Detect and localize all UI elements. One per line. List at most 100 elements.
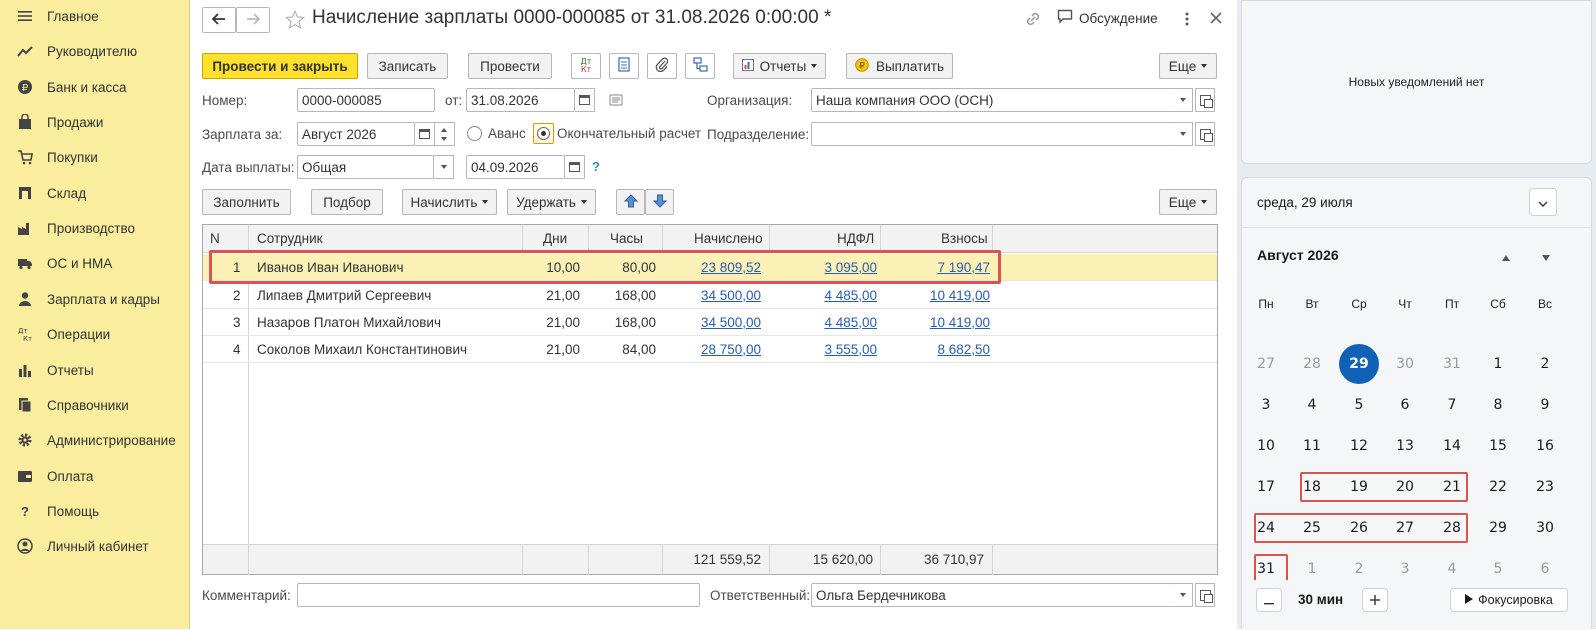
- column-header-n[interactable]: N: [210, 225, 220, 252]
- post-button[interactable]: Провести: [468, 53, 552, 79]
- date-field[interactable]: 31.08.2026: [466, 88, 575, 112]
- calendar-day[interactable]: 2: [1525, 344, 1565, 384]
- previous-month-button[interactable]: [1501, 250, 1511, 265]
- pay-type-dropdown-button[interactable]: [434, 155, 454, 179]
- column-header-hours[interactable]: Часы: [610, 225, 643, 252]
- accrued-link[interactable]: 34 500,00: [701, 309, 761, 335]
- calendar-day[interactable]: 23: [1525, 467, 1565, 507]
- contributions-link[interactable]: 10 419,00: [930, 282, 990, 308]
- department-field[interactable]: [811, 122, 1174, 146]
- calendar-day[interactable]: 17: [1246, 467, 1286, 507]
- calendar-day[interactable]: 28: [1292, 344, 1332, 384]
- sidebar-item-reports[interactable]: Отчеты: [0, 354, 189, 386]
- period-field[interactable]: Август 2026: [297, 122, 415, 146]
- advance-radio[interactable]: Аванс: [467, 126, 526, 141]
- column-header-ndfl[interactable]: НДФЛ: [837, 225, 874, 252]
- discussion-button[interactable]: Обсуждение: [1057, 9, 1158, 27]
- post-and-close-button[interactable]: Провести и закрыть: [202, 53, 358, 79]
- comment-field[interactable]: [297, 583, 700, 607]
- responsible-open-button[interactable]: [1195, 583, 1215, 607]
- pay-button[interactable]: ₽ Выплатить: [846, 53, 953, 79]
- pay-type-field[interactable]: Общая: [297, 155, 434, 179]
- calendar-day[interactable]: 1: [1478, 344, 1518, 384]
- column-header-accrued[interactable]: Начислено: [694, 225, 763, 252]
- sidebar-item-payment[interactable]: Оплата: [0, 460, 189, 492]
- calendar-day[interactable]: 4: [1292, 385, 1332, 425]
- table-row[interactable]: 2 Липаев Дмитрий Сергеевич 21,00 168,00 …: [203, 282, 1217, 309]
- more-actions-button[interactable]: Еще: [1159, 53, 1217, 79]
- link-icon[interactable]: [1024, 10, 1042, 31]
- next-month-button[interactable]: [1541, 250, 1551, 265]
- pay-date-calendar-button[interactable]: [565, 155, 585, 179]
- sidebar-item-manager[interactable]: Руководителю: [0, 35, 189, 67]
- close-icon[interactable]: [1209, 11, 1223, 28]
- save-button[interactable]: Записать: [367, 53, 448, 79]
- responsible-field[interactable]: Ольга Бердечникова: [811, 583, 1174, 607]
- calendar-day[interactable]: 22: [1478, 467, 1518, 507]
- calendar-day[interactable]: 12: [1339, 426, 1379, 466]
- calendar-day[interactable]: 8: [1478, 385, 1518, 425]
- column-header-employee[interactable]: Сотрудник: [257, 225, 323, 252]
- sidebar-item-operations[interactable]: Дт Кт Операции: [0, 318, 189, 350]
- sidebar-item-main[interactable]: Главное: [0, 0, 189, 32]
- move-down-button[interactable]: [645, 189, 674, 215]
- move-up-button[interactable]: [616, 189, 645, 215]
- sidebar-item-directories[interactable]: Справочники: [0, 389, 189, 421]
- accrue-dropdown[interactable]: Начислить: [402, 189, 497, 215]
- sidebar-item-sales[interactable]: Продажи: [0, 106, 189, 138]
- sidebar-item-bank[interactable]: ₽ Банк и касса: [0, 71, 189, 103]
- calendar-day[interactable]: 5: [1339, 385, 1379, 425]
- calendar-day-today[interactable]: 29: [1339, 344, 1379, 384]
- calendar-day[interactable]: 30: [1525, 508, 1565, 548]
- sidebar-item-help[interactable]: ? Помощь: [0, 495, 189, 527]
- period-spinner[interactable]: [435, 122, 455, 146]
- collapse-calendar-button[interactable]: [1529, 188, 1557, 216]
- pay-date-field[interactable]: 04.09.2026: [466, 155, 565, 179]
- sidebar-item-warehouse[interactable]: Склад: [0, 177, 189, 209]
- calendar-day[interactable]: 31: [1432, 344, 1472, 384]
- withhold-dropdown[interactable]: Удержать: [507, 189, 596, 215]
- period-calendar-button[interactable]: [415, 122, 435, 146]
- sidebar-item-purchases[interactable]: Покупки: [0, 141, 189, 173]
- calendar-day[interactable]: 7: [1432, 385, 1472, 425]
- attach-button[interactable]: [647, 53, 677, 79]
- decrease-minutes-button[interactable]: [1256, 588, 1282, 612]
- document-list-button[interactable]: [609, 53, 639, 79]
- table-row[interactable]: 4 Соколов Михаил Константинович 21,00 84…: [203, 336, 1217, 363]
- organization-field[interactable]: Наша компания ООО (ОСН): [811, 88, 1174, 112]
- calendar-day[interactable]: 14: [1432, 426, 1472, 466]
- pick-button[interactable]: Подбор: [311, 189, 383, 215]
- calendar-day[interactable]: 30: [1385, 344, 1425, 384]
- ndfl-link[interactable]: 3 555,00: [824, 336, 877, 362]
- increase-minutes-button[interactable]: [1362, 588, 1388, 612]
- sidebar-item-salary[interactable]: Зарплата и кадры: [0, 283, 189, 315]
- back-button[interactable]: [202, 7, 236, 33]
- calendar-day[interactable]: 11: [1292, 426, 1332, 466]
- focus-button[interactable]: Фокусировка: [1450, 588, 1568, 612]
- column-header-contributions[interactable]: Взносы: [941, 225, 988, 252]
- calendar-day[interactable]: 29: [1478, 508, 1518, 548]
- calendar-day[interactable]: 3: [1246, 385, 1286, 425]
- calendar-day[interactable]: 9: [1525, 385, 1565, 425]
- structure-button[interactable]: [685, 53, 715, 79]
- ndfl-link[interactable]: 4 485,00: [824, 309, 877, 335]
- table-more-button[interactable]: Еще: [1159, 189, 1217, 215]
- date-calendar-button[interactable]: [575, 88, 595, 112]
- column-header-days[interactable]: Дни: [543, 225, 567, 252]
- calendar-day[interactable]: 13: [1385, 426, 1425, 466]
- contributions-link[interactable]: 10 419,00: [930, 309, 990, 335]
- reports-dropdown[interactable]: Отчеты: [733, 53, 826, 79]
- accrued-link[interactable]: 34 500,00: [701, 282, 761, 308]
- sidebar-item-production[interactable]: Производство: [0, 212, 189, 244]
- final-calc-radio[interactable]: Окончательный расчет: [533, 123, 701, 144]
- organization-open-button[interactable]: [1195, 88, 1215, 112]
- department-open-button[interactable]: [1195, 122, 1215, 146]
- contributions-link[interactable]: 8 682,50: [937, 336, 990, 362]
- sidebar-item-admin[interactable]: Администрирование: [0, 424, 189, 456]
- calendar-day[interactable]: 15: [1478, 426, 1518, 466]
- dt-kt-button[interactable]: Дт Кт: [571, 53, 601, 79]
- calendar-day[interactable]: 27: [1246, 344, 1286, 384]
- more-vertical-icon[interactable]: [1183, 9, 1191, 29]
- calendar-day[interactable]: 16: [1525, 426, 1565, 466]
- sidebar-item-assets[interactable]: ОС и НМА: [0, 247, 189, 279]
